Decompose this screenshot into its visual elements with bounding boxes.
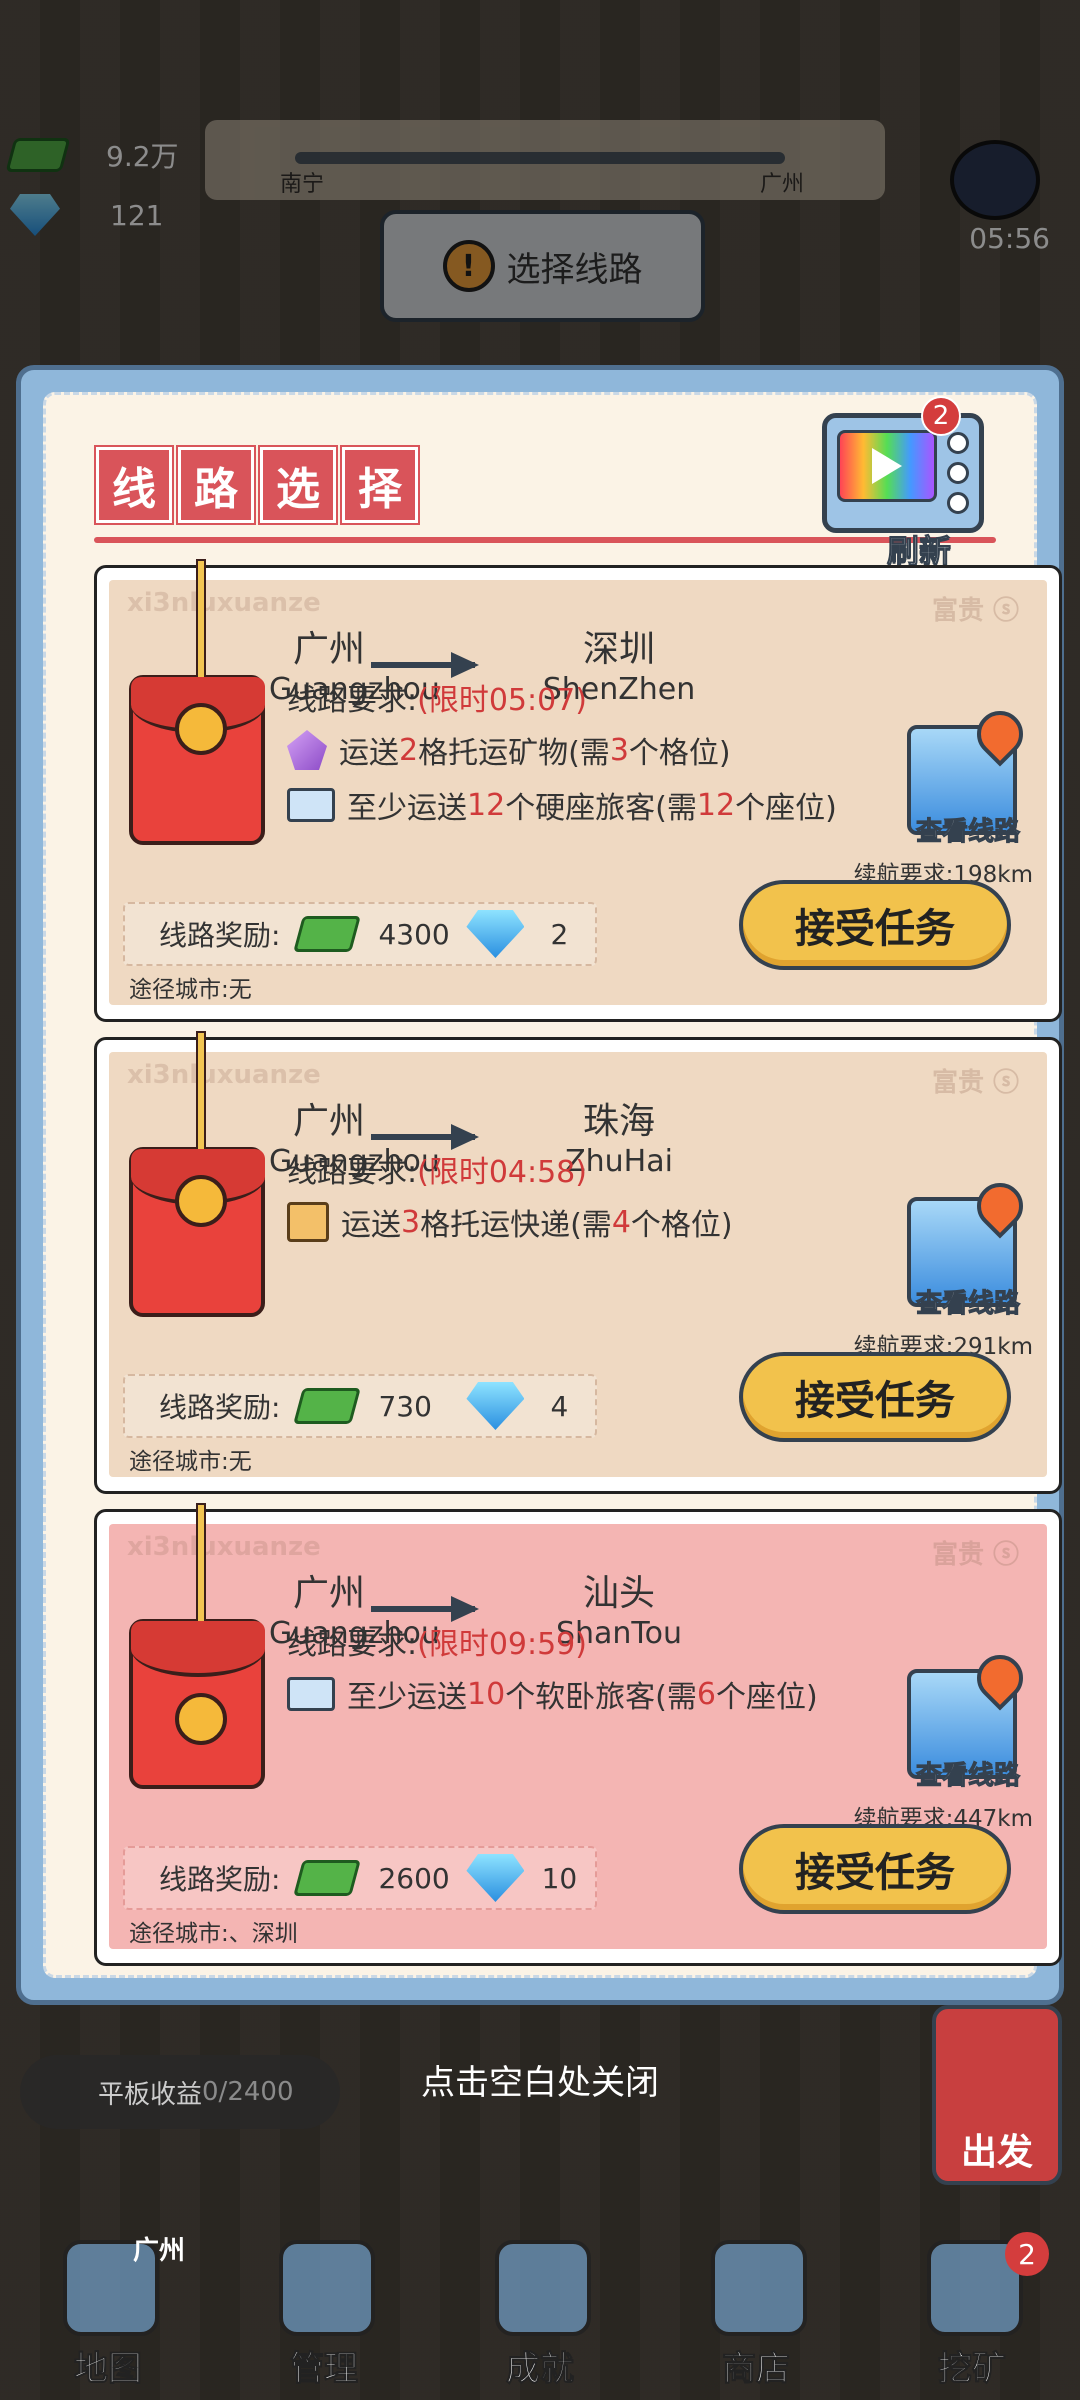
view-route-button[interactable]: 查看线路 (907, 1645, 1033, 1792)
nav-shop[interactable]: 商店 (671, 2230, 841, 2390)
route-requirement: 线路要求: (限时09:59) (287, 1627, 587, 1662)
mining-badge: 2 (1005, 2232, 1049, 2276)
lucky-envelope-icon (129, 1503, 265, 1789)
bottom-nav: 广州 地图 管理 成就 商店 2 挖矿 (0, 2230, 1080, 2400)
map-pin-icon (967, 1173, 1033, 1239)
diamond-icon (466, 910, 525, 958)
train-icon (279, 2240, 375, 2336)
accept-task-button[interactable]: 接受任务 (739, 880, 1011, 970)
dialog-title: 线 路 选 择 (96, 447, 418, 523)
nav-map[interactable]: 广州 地图 (23, 2230, 193, 2390)
route-reward: 线路奖励: 4300 2 (123, 902, 597, 966)
route-select-dialog: 线 路 选 择 2 刷新 xi3nluxuanze 富贵 ⓢ 广州 Guangzh… (16, 365, 1064, 2005)
route-requirement: 线路要求: (限时04:58) (287, 1155, 587, 1190)
cash-icon (293, 1388, 362, 1424)
nav-achievements[interactable]: 成就 (455, 2230, 625, 2390)
via-cities: 途径城市:无 (129, 1449, 252, 1475)
map-pin-icon (967, 1645, 1033, 1711)
cart-icon (711, 2240, 807, 2336)
close-hint: 点击空白处关闭 (421, 2063, 659, 2103)
seat-icon (287, 788, 335, 822)
seat-icon (287, 1677, 335, 1711)
view-route-button[interactable]: 查看线路 (907, 701, 1033, 848)
route-reward: 线路奖励: 2600 10 (123, 1846, 597, 1910)
refresh-count-badge: 2 (921, 396, 961, 436)
via-cities: 途径城市:无 (129, 977, 252, 1003)
play-icon (837, 430, 937, 502)
accept-task-button[interactable]: 接受任务 (739, 1824, 1011, 1914)
arrow-right-icon (371, 1596, 479, 1622)
star-icon (495, 2240, 591, 2336)
route-reward: 线路奖励: 730 4 (123, 1374, 597, 1438)
diamond-icon (466, 1382, 525, 1430)
via-cities: 途径城市:、深圳 (129, 1921, 298, 1947)
requirement-item: 运送 3 格托运快递(需 4 个格位) (287, 1200, 733, 1244)
map-pin-icon (967, 701, 1033, 767)
package-icon (287, 1202, 329, 1242)
mineral-icon (287, 730, 327, 770)
view-route-button[interactable]: 查看线路 (907, 1173, 1033, 1320)
red-envelope-icon (129, 559, 265, 845)
arrow-right-icon (371, 1124, 479, 1150)
route-card: xi3nluxuanze 富贵 ⓢ 广州 Guangzhou 珠海 ZhuHai 线… (94, 1031, 1062, 1494)
nav-manage[interactable]: 管理 (239, 2230, 409, 2390)
arrow-right-icon (371, 652, 479, 678)
diamond-icon (466, 1854, 525, 1902)
refresh-button[interactable]: 2 刷新 (822, 396, 984, 571)
nav-mining[interactable]: 2 挖矿 (887, 2230, 1057, 2390)
route-card: xi3nluxuanze 富贵 ⓢ 广州 Guangzhou 汕头 ShanTou … (94, 1503, 1062, 1966)
depart-button[interactable]: 出发 (932, 2005, 1062, 2185)
requirement-item: 至少运送 10 个软卧旅客(需 6 个座位) (287, 1672, 818, 1716)
red-envelope-icon (129, 1031, 265, 1317)
cash-icon (293, 1860, 362, 1896)
requirement-item: 至少运送 12 个硬座旅客(需 12 个座位) (287, 783, 837, 827)
route-card: xi3nluxuanze 富贵 ⓢ 广州 Guangzhou 深圳 ShenZhen… (94, 559, 1062, 1022)
requirement-item: 运送 2 格托运矿物(需 3 个格位) (287, 728, 731, 772)
accept-task-button[interactable]: 接受任务 (739, 1352, 1011, 1442)
cash-icon (293, 916, 362, 952)
route-requirement: 线路要求: (限时05:07) (287, 683, 587, 718)
